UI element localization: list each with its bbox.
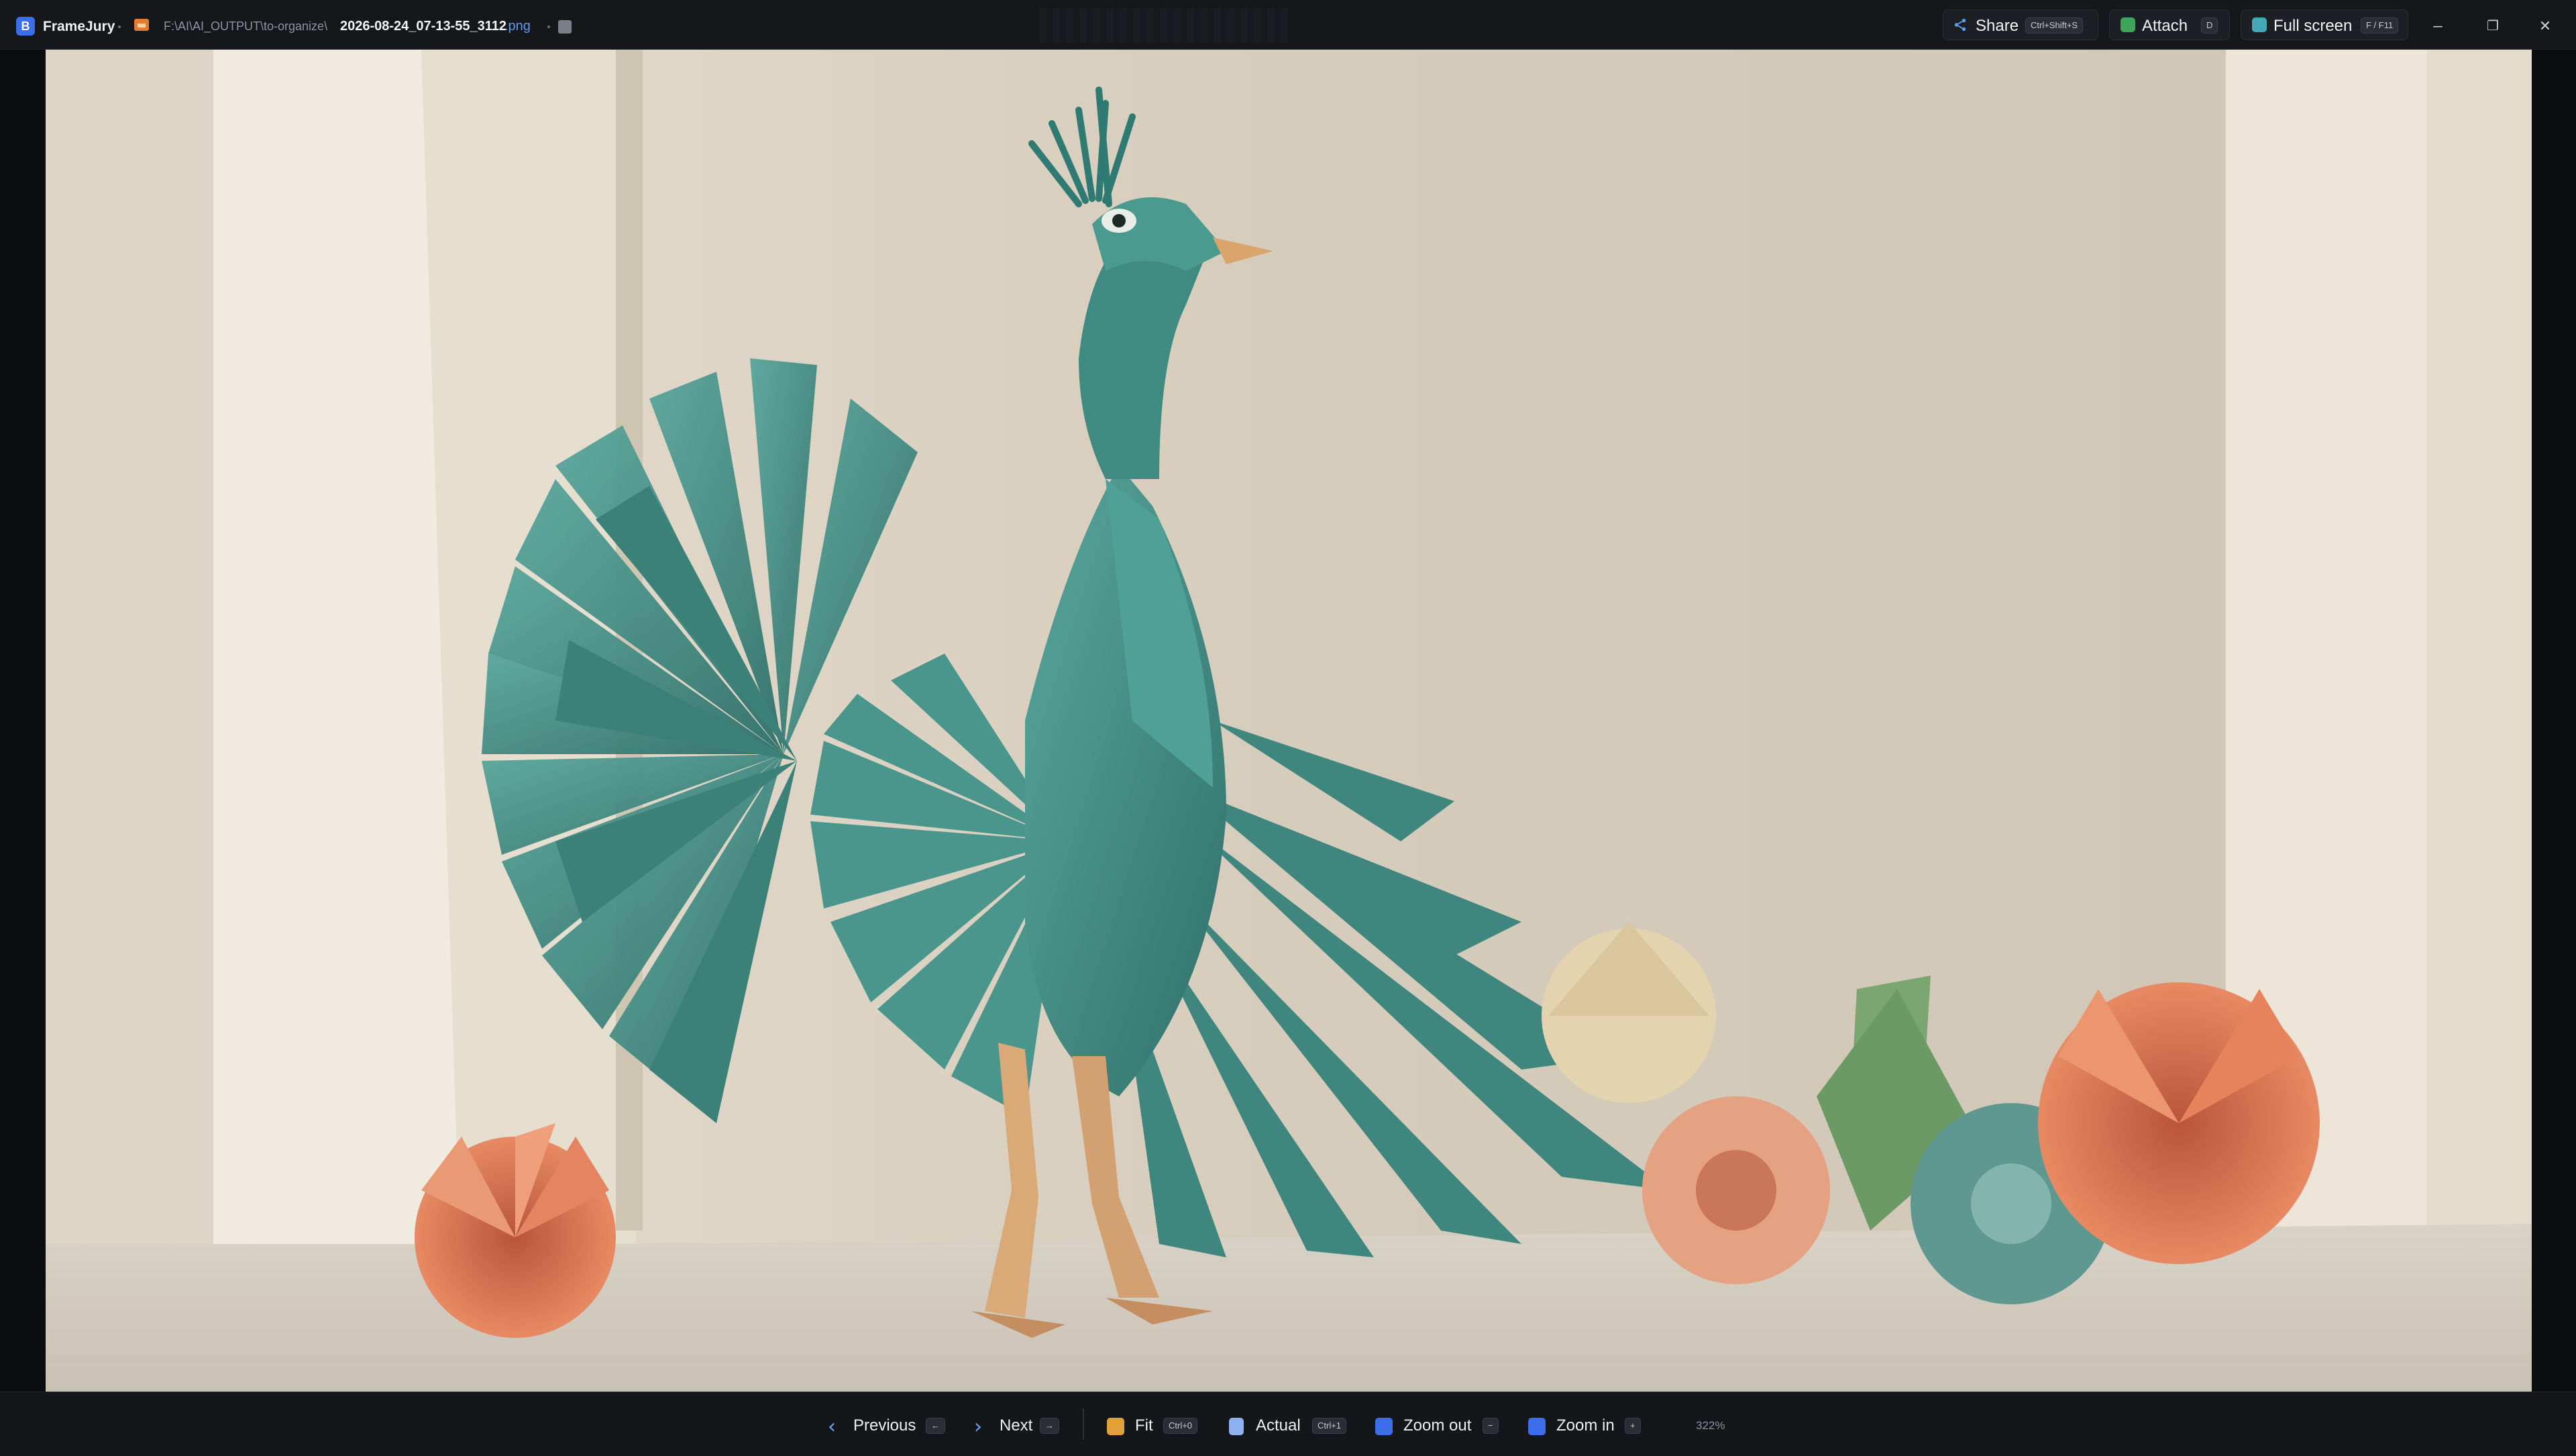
chevron-right-icon: › [974,1415,982,1439]
fit-shortcut: Ctrl+0 [1163,1418,1198,1434]
separator-dot [547,25,550,28]
toolbar-divider [1083,1408,1084,1439]
previous-shortcut: ← [926,1418,945,1434]
bottom-toolbar: ‹ Previous ← › Next → Fit Ctrl+0 Actual … [0,1392,2576,1456]
app-logo-icon: B [16,17,35,36]
minimize-button[interactable]: – [2424,15,2451,38]
zoom-in-label: Zoom in [1556,1416,1615,1435]
image-viewer[interactable] [0,50,2576,1392]
zoom-out-shortcut: − [1483,1418,1499,1434]
share-button[interactable]: Share Ctrl+Shift+S [1943,9,2098,40]
fit-label: Fit [1135,1416,1153,1435]
actual-size-button[interactable]: Actual Ctrl+1 [1229,1407,1356,1442]
attach-button[interactable]: Attach D [2109,9,2230,40]
separator-dot [118,25,121,28]
share-shortcut: Ctrl+Shift+S [2025,17,2084,34]
zoom-out-icon [1375,1418,1393,1435]
attach-icon [2121,17,2135,32]
title-bar: B FrameJury F:\AI\AI_OUTPUT\to-organize\… [0,0,2576,50]
fullscreen-icon [2252,17,2267,32]
close-button[interactable]: ✕ [2532,15,2559,38]
next-shortcut: → [1040,1418,1059,1434]
attach-shortcut: D [2201,17,2218,34]
file-extension: .png [504,19,531,34]
zoom-out-label: Zoom out [1403,1416,1472,1435]
window-drag-region[interactable] [1040,8,1288,43]
copy-path-icon[interactable] [558,20,572,34]
share-label: Share [1976,17,2019,35]
next-button[interactable]: › Next → [970,1407,1071,1442]
zoom-in-button[interactable]: Zoom in + [1528,1407,1649,1442]
share-icon [1954,18,1966,32]
fullscreen-label: Full screen [2273,17,2353,35]
displayed-image[interactable] [46,50,2532,1392]
attach-label: Attach [2142,17,2188,35]
actual-label: Actual [1256,1416,1301,1435]
maximize-button[interactable]: ❐ [2479,15,2506,38]
zoom-in-shortcut: + [1625,1418,1641,1434]
actual-shortcut: Ctrl+1 [1312,1418,1347,1434]
fullscreen-shortcut: F / F11 [2361,17,2399,34]
document-icon [1229,1418,1244,1435]
zoom-out-button[interactable]: Zoom out − [1375,1407,1509,1442]
fit-icon [1107,1418,1124,1435]
file-name[interactable]: 2026-08-24_07-13-55_3112 [340,19,506,34]
previous-button[interactable]: ‹ Previous ← [825,1407,950,1442]
file-directory[interactable]: F:\AI\AI_OUTPUT\to-organize\ [164,19,327,34]
previous-label: Previous [853,1416,916,1435]
zoom-in-icon [1528,1418,1546,1435]
zoom-level-readout: 322% [1696,1419,1725,1432]
next-label: Next [1000,1416,1033,1435]
chevron-left-icon: ‹ [828,1415,836,1439]
app-name: FrameJury [43,19,115,34]
fullscreen-button[interactable]: Full screen F / F11 [2241,9,2408,40]
fit-button[interactable]: Fit Ctrl+0 [1107,1407,1208,1442]
paper-peacock-image [46,50,2532,1392]
folder-icon [134,19,149,31]
